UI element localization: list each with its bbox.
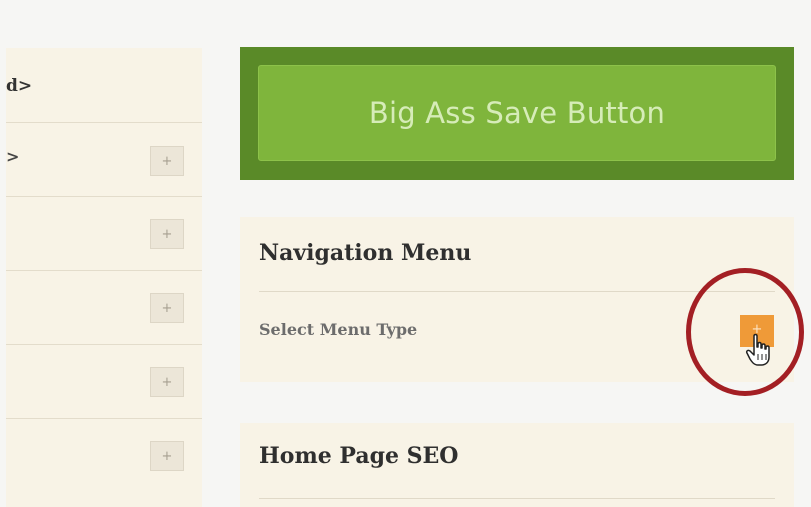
add-item-button[interactable]: + [150, 441, 184, 471]
navigation-menu-title: Navigation Menu [259, 240, 472, 266]
divider [259, 498, 775, 499]
list-item: + [6, 271, 202, 345]
list-item-label: > [6, 147, 20, 166]
save-button-container: Big Ass Save Button [240, 47, 794, 180]
list-item: + [6, 419, 202, 492]
divider [259, 291, 775, 292]
hand-pointer-icon [746, 333, 770, 366]
list-item: + [6, 197, 202, 271]
list-item: + [6, 345, 202, 419]
left-panel-header-text: d> [6, 76, 33, 96]
save-button[interactable]: Big Ass Save Button [258, 65, 776, 161]
left-panel-header: d> [6, 48, 202, 123]
left-panel: d> > + + + + + [6, 48, 202, 507]
list-item: > + [6, 123, 202, 197]
add-item-button[interactable]: + [150, 146, 184, 176]
navigation-menu-panel: Navigation Menu Select Menu Type + [240, 217, 794, 382]
add-item-button[interactable]: + [150, 219, 184, 249]
select-menu-type-label: Select Menu Type [259, 320, 418, 339]
add-item-button[interactable]: + [150, 367, 184, 397]
home-page-seo-title: Home Page SEO [259, 443, 459, 469]
home-page-seo-panel: Home Page SEO [240, 423, 794, 507]
add-item-button[interactable]: + [150, 293, 184, 323]
